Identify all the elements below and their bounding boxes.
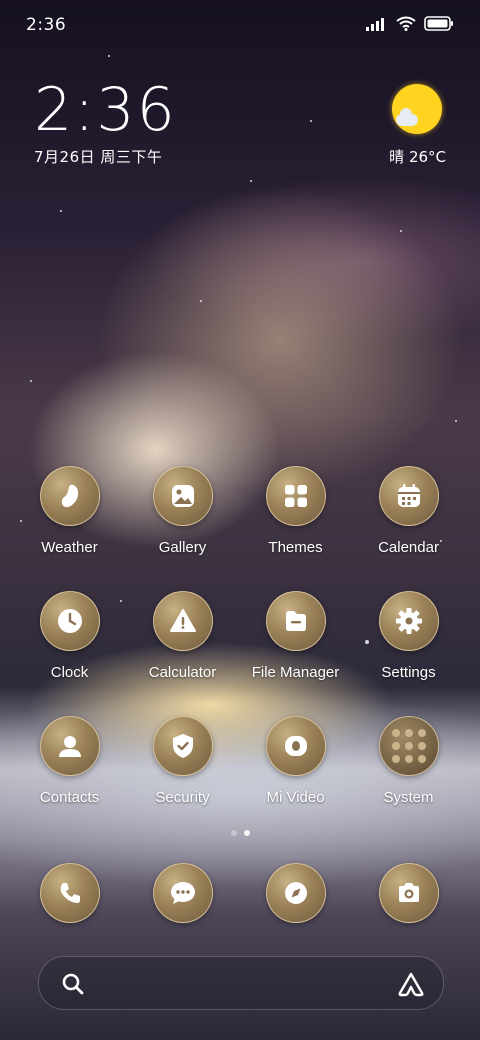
search-icon[interactable] xyxy=(61,972,85,996)
contacts-icon xyxy=(39,716,100,776)
app-label: Calendar xyxy=(378,539,439,556)
dock-browser[interactable] xyxy=(239,863,352,923)
app-security[interactable]: Security xyxy=(126,716,239,806)
weather-widget[interactable]: 晴 26°C xyxy=(386,82,446,167)
security-icon xyxy=(152,716,213,776)
app-label: System xyxy=(383,789,434,806)
battery-icon xyxy=(424,16,453,31)
weather-condition: 晴 xyxy=(389,148,405,166)
camera-icon xyxy=(378,863,439,923)
app-mi-video[interactable]: Mi Video xyxy=(239,716,352,806)
app-calendar[interactable]: Calendar xyxy=(352,466,465,556)
dock-messages[interactable] xyxy=(126,863,239,923)
widget-date: 7月26日 周三下午 xyxy=(34,148,163,166)
status-icons xyxy=(366,16,454,31)
app-label: Clock xyxy=(50,664,89,681)
weather-summary: 晴 26°C xyxy=(389,146,446,167)
status-time: 2:36 xyxy=(26,15,67,35)
app-contacts[interactable]: Contacts xyxy=(13,716,126,806)
gallery-icon xyxy=(152,466,213,526)
wifi-icon xyxy=(396,16,416,31)
clock-widget[interactable]: 2:36 7月26日 周三下午 xyxy=(34,78,177,167)
dock-phone[interactable] xyxy=(13,863,126,923)
app-label: Weather xyxy=(41,539,98,556)
search-bar[interactable] xyxy=(38,956,444,1010)
messages-icon xyxy=(152,863,213,923)
page-dot[interactable] xyxy=(230,830,237,836)
page-dot-active[interactable] xyxy=(243,830,250,836)
signal-icon xyxy=(366,17,384,31)
mi-video-icon xyxy=(265,716,326,776)
phone-icon xyxy=(39,863,100,923)
dock-camera[interactable] xyxy=(352,863,465,923)
app-label: Mi Video xyxy=(266,789,325,806)
app-themes[interactable]: Themes xyxy=(239,466,352,556)
app-file-manager[interactable]: File Manager xyxy=(239,591,352,681)
app-weather[interactable]: Weather xyxy=(13,466,126,556)
folder-icon xyxy=(378,716,439,776)
app-label: File Manager xyxy=(251,664,340,681)
app-clock[interactable]: Clock xyxy=(13,591,126,681)
app-label: Security xyxy=(155,789,210,806)
app-label: Themes xyxy=(268,539,323,556)
app-label: Calculator xyxy=(148,664,217,681)
app-gallery[interactable]: Gallery xyxy=(126,466,239,556)
cloud-icon xyxy=(396,108,418,126)
app-calculator[interactable]: Calculator xyxy=(126,591,239,681)
app-label: Settings xyxy=(381,664,436,681)
browser-icon xyxy=(265,863,326,923)
app-label: Contacts xyxy=(39,789,100,806)
app-settings[interactable]: Settings xyxy=(352,591,465,681)
settings-icon xyxy=(378,591,439,651)
folder-system[interactable]: System xyxy=(352,716,465,806)
widget-time: 2:36 xyxy=(34,75,177,145)
app-label: Gallery xyxy=(158,539,207,556)
calculator-icon xyxy=(152,591,213,651)
assistant-icon[interactable] xyxy=(397,971,425,997)
clock-icon xyxy=(39,591,100,651)
sunny-weather-icon xyxy=(392,84,442,134)
calendar-icon xyxy=(378,466,439,526)
page-indicator xyxy=(0,830,480,836)
file-manager-icon xyxy=(265,591,326,651)
themes-icon xyxy=(265,466,326,526)
status-bar: 2:36 xyxy=(0,0,480,50)
weather-temperature: 26°C xyxy=(408,148,446,166)
weather-icon xyxy=(39,466,100,526)
